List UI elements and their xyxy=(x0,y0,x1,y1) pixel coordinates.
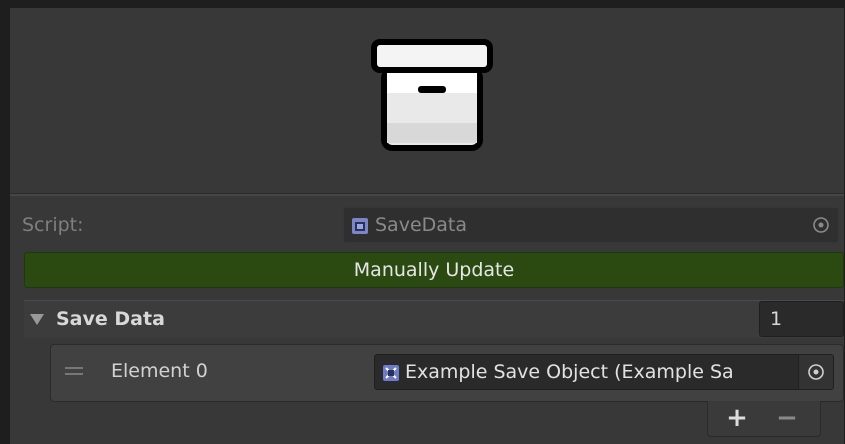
object-value: Example Save Object (Example Sa xyxy=(405,361,734,383)
foldout-arrow-icon[interactable] xyxy=(30,314,44,325)
element-label: Element 0 xyxy=(111,360,208,382)
inspector-header xyxy=(10,8,844,194)
object-picker-icon[interactable] xyxy=(812,216,830,234)
drag-handle-icon[interactable] xyxy=(65,367,83,375)
save-data-title: Save Data xyxy=(56,308,165,330)
storage-box-icon xyxy=(371,39,493,151)
header-divider xyxy=(10,194,844,196)
object-picker-icon xyxy=(808,364,824,380)
script-label: Script: xyxy=(22,214,84,236)
script-file-icon xyxy=(352,218,368,234)
manually-update-button[interactable]: Manually Update xyxy=(24,252,844,288)
array-size-input[interactable]: 1 xyxy=(759,301,844,337)
remove-element-button[interactable]: − xyxy=(772,403,802,433)
script-row: Script: SaveData xyxy=(10,207,844,245)
scriptable-object-icon xyxy=(383,365,399,381)
list-footer: + − xyxy=(707,401,821,437)
add-element-button[interactable]: + xyxy=(722,403,752,433)
script-field[interactable]: SaveData xyxy=(343,207,839,243)
object-field[interactable]: Example Save Object (Example Sa xyxy=(374,354,834,390)
script-value: SaveData xyxy=(375,214,468,236)
inspector-panel: Script: SaveData Manually Update Save Da… xyxy=(10,8,844,444)
save-data-foldout[interactable]: Save Data 1 xyxy=(24,300,844,338)
list-item: Element 0 Example Save Object (Example S… xyxy=(50,344,844,402)
object-picker-button[interactable] xyxy=(798,355,833,389)
